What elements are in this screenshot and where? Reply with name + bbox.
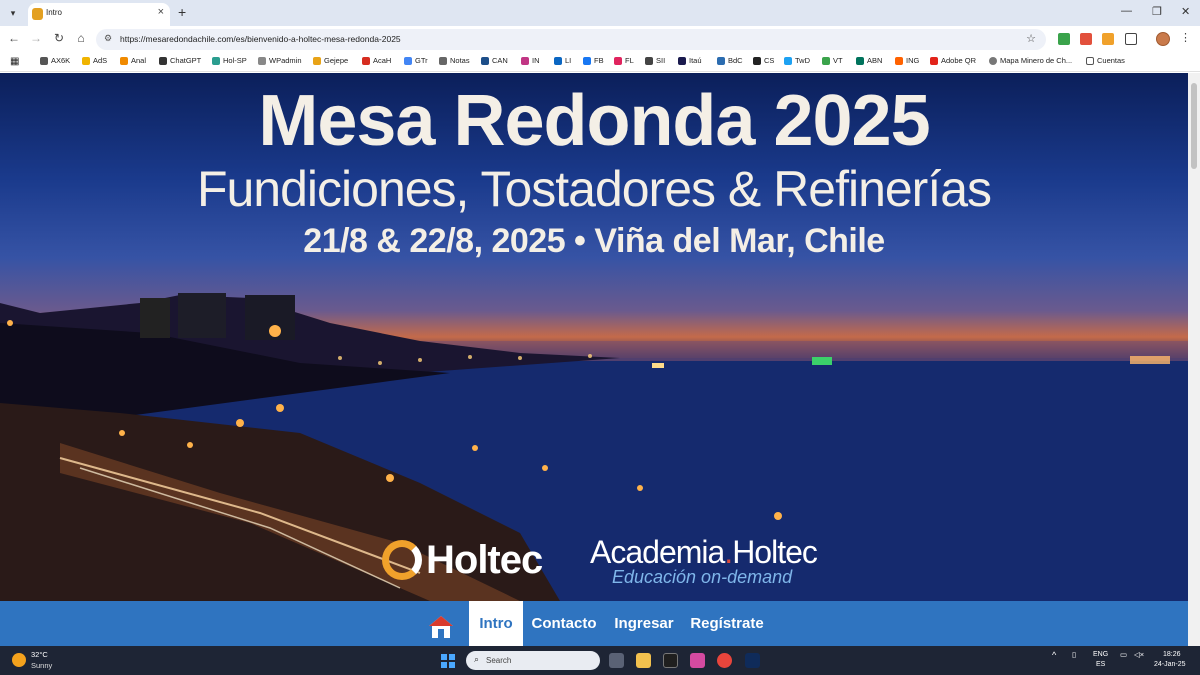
tab-search-chevron-icon[interactable]: ▾	[4, 4, 22, 22]
nav-contacto[interactable]: Contacto	[528, 601, 600, 646]
weather-condition: Sunny	[31, 661, 53, 670]
extension-red-icon[interactable]	[1080, 33, 1092, 45]
profile-avatar[interactable]	[1156, 32, 1170, 46]
holtec-logo: Holtec	[382, 536, 562, 586]
search-icon: ⌕	[474, 654, 480, 664]
extension-check-icon[interactable]	[1058, 33, 1070, 45]
chrome-icon[interactable]	[717, 653, 732, 668]
bookmark-item[interactable]: Adobe QR	[930, 56, 976, 65]
reload-icon[interactable]: ↻	[51, 31, 67, 45]
forward-arrow-icon[interactable]: →	[28, 31, 44, 45]
bookmark-item[interactable]: Gejepe	[313, 56, 348, 65]
restore-icon[interactable]: ❐	[1152, 5, 1162, 18]
bookmark-item[interactable]: VT	[822, 56, 843, 65]
bookmark-item[interactable]: CS	[753, 56, 774, 65]
bookmarks-bar: ▦ AX6K AdS Anal ChatGPT Hol-SP WPadmin G…	[0, 52, 1200, 72]
extension-orange-icon[interactable]	[1102, 33, 1114, 45]
page-scrollbar[interactable]	[1188, 73, 1200, 646]
instagram-app-icon[interactable]	[690, 653, 705, 668]
bookmark-star-icon[interactable]: ☆	[1026, 32, 1036, 45]
clock-date[interactable]: 24-Jan-25	[1154, 661, 1186, 668]
bookmark-item[interactable]: WPadmin	[258, 56, 302, 65]
bookmark-item[interactable]: SII	[645, 56, 665, 65]
bookmark-item[interactable]: TwD	[784, 56, 810, 65]
site-info-icon[interactable]: ⚙	[104, 33, 112, 44]
nav-ingresar[interactable]: Ingresar	[609, 601, 679, 646]
sun-icon[interactable]	[12, 653, 26, 667]
hero-banner: Mesa Redonda 2025 Fundiciones, Tostadore…	[0, 73, 1188, 601]
bookmark-item[interactable]: Mapa Minero de Ch...	[989, 56, 1072, 65]
new-tab-button[interactable]: +	[178, 4, 186, 20]
bookmark-item[interactable]: CAN	[481, 56, 508, 65]
bookmark-folder[interactable]: Cuentas	[1086, 56, 1125, 65]
bookmark-item[interactable]: AdS	[82, 56, 107, 65]
holtec-ring-icon	[382, 540, 422, 580]
window-close-icon[interactable]: ✕	[1181, 5, 1190, 18]
file-explorer-icon[interactable]	[636, 653, 651, 668]
usb-icon[interactable]: ▯	[1072, 650, 1076, 659]
home-icon[interactable]: ⌂	[73, 31, 89, 45]
web-page: Mesa Redonda 2025 Fundiciones, Tostadore…	[0, 73, 1188, 646]
bookmark-item[interactable]: Notas	[439, 56, 470, 65]
nav-registrate[interactable]: Regístrate	[686, 601, 768, 646]
taskbar: 32°C Sunny ⌕ Search ^ ▯ ENG ES ▭ ◁× 18:2…	[0, 646, 1200, 675]
academia-tagline: Educación on-demand	[612, 567, 793, 587]
apps-grid-icon[interactable]: ▦	[10, 56, 19, 67]
nav-intro[interactable]: Intro	[469, 601, 523, 646]
scrollbar-thumb[interactable]	[1191, 83, 1197, 169]
site-favicon-icon	[32, 8, 43, 20]
tab-title: Intro	[46, 8, 63, 17]
taskbar-search[interactable]: ⌕ Search	[466, 651, 600, 670]
close-tab-icon[interactable]: ×	[158, 6, 164, 18]
bookmark-item[interactable]: ABN	[856, 56, 882, 65]
url-text: https://mesaredondachile.com/es/bienveni…	[120, 34, 401, 44]
hero-title: Mesa Redonda 2025	[258, 81, 930, 161]
home-house-icon[interactable]	[428, 615, 454, 639]
bookmark-item[interactable]: BdC	[717, 56, 743, 65]
bookmark-item[interactable]: FB	[583, 56, 604, 65]
tab-intro[interactable]: Intro ×	[28, 3, 170, 26]
hero-subtitle: Fundiciones, Tostadores & Refinerías	[196, 161, 992, 217]
clock-time[interactable]: 18:26	[1163, 651, 1181, 658]
bookmark-item[interactable]: FL	[614, 56, 634, 65]
bookmark-item[interactable]: IN	[521, 56, 540, 65]
bridge-app-icon[interactable]	[663, 653, 678, 668]
bookmark-item[interactable]: AX6K	[40, 56, 70, 65]
bookmark-item[interactable]: LI	[554, 56, 571, 65]
bookmark-item[interactable]: ING	[895, 56, 919, 65]
weather-temp: 32°C	[31, 650, 48, 659]
back-arrow-icon[interactable]: ←	[6, 31, 22, 45]
bookmark-item[interactable]: AcaH	[362, 56, 391, 65]
minimize-icon[interactable]: —	[1121, 5, 1132, 17]
tab-strip: ▾ Intro × + — ❐ ✕	[0, 0, 1200, 26]
site-nav: Intro Contacto Ingresar Regístrate	[0, 601, 1188, 646]
extensions-puzzle-icon[interactable]	[1125, 33, 1137, 45]
bookmark-item[interactable]: GTr	[404, 56, 428, 65]
academia-holtec-logo: Academia.Holtec	[590, 534, 818, 570]
address-bar[interactable]: ⚙ https://mesaredondachile.com/es/bienve…	[96, 29, 1046, 50]
bookmark-item[interactable]: Hol-SP	[212, 56, 247, 65]
task-view-icon[interactable]	[609, 653, 624, 668]
tray-chevron-up-icon[interactable]: ^	[1052, 650, 1056, 660]
bookmark-item[interactable]: Anal	[120, 56, 146, 65]
network-icon[interactable]: ▭	[1120, 650, 1127, 659]
input-language[interactable]: ENG	[1093, 651, 1108, 658]
bookmark-item[interactable]: Itaú	[678, 56, 702, 65]
bookmark-item[interactable]: ChatGPT	[159, 56, 201, 65]
photoshop-icon[interactable]	[745, 653, 760, 668]
windows-start-icon[interactable]	[441, 654, 455, 668]
speaker-muted-icon[interactable]: ◁×	[1134, 650, 1144, 659]
menu-kebab-icon[interactable]: ⋮	[1180, 31, 1191, 44]
browser-toolbar: ← → ↻ ⌂ ⚙ https://mesaredondachile.com/e…	[0, 26, 1200, 52]
hero-date-place: 21/8 & 22/8, 2025 • Viña del Mar, Chile	[303, 222, 885, 260]
